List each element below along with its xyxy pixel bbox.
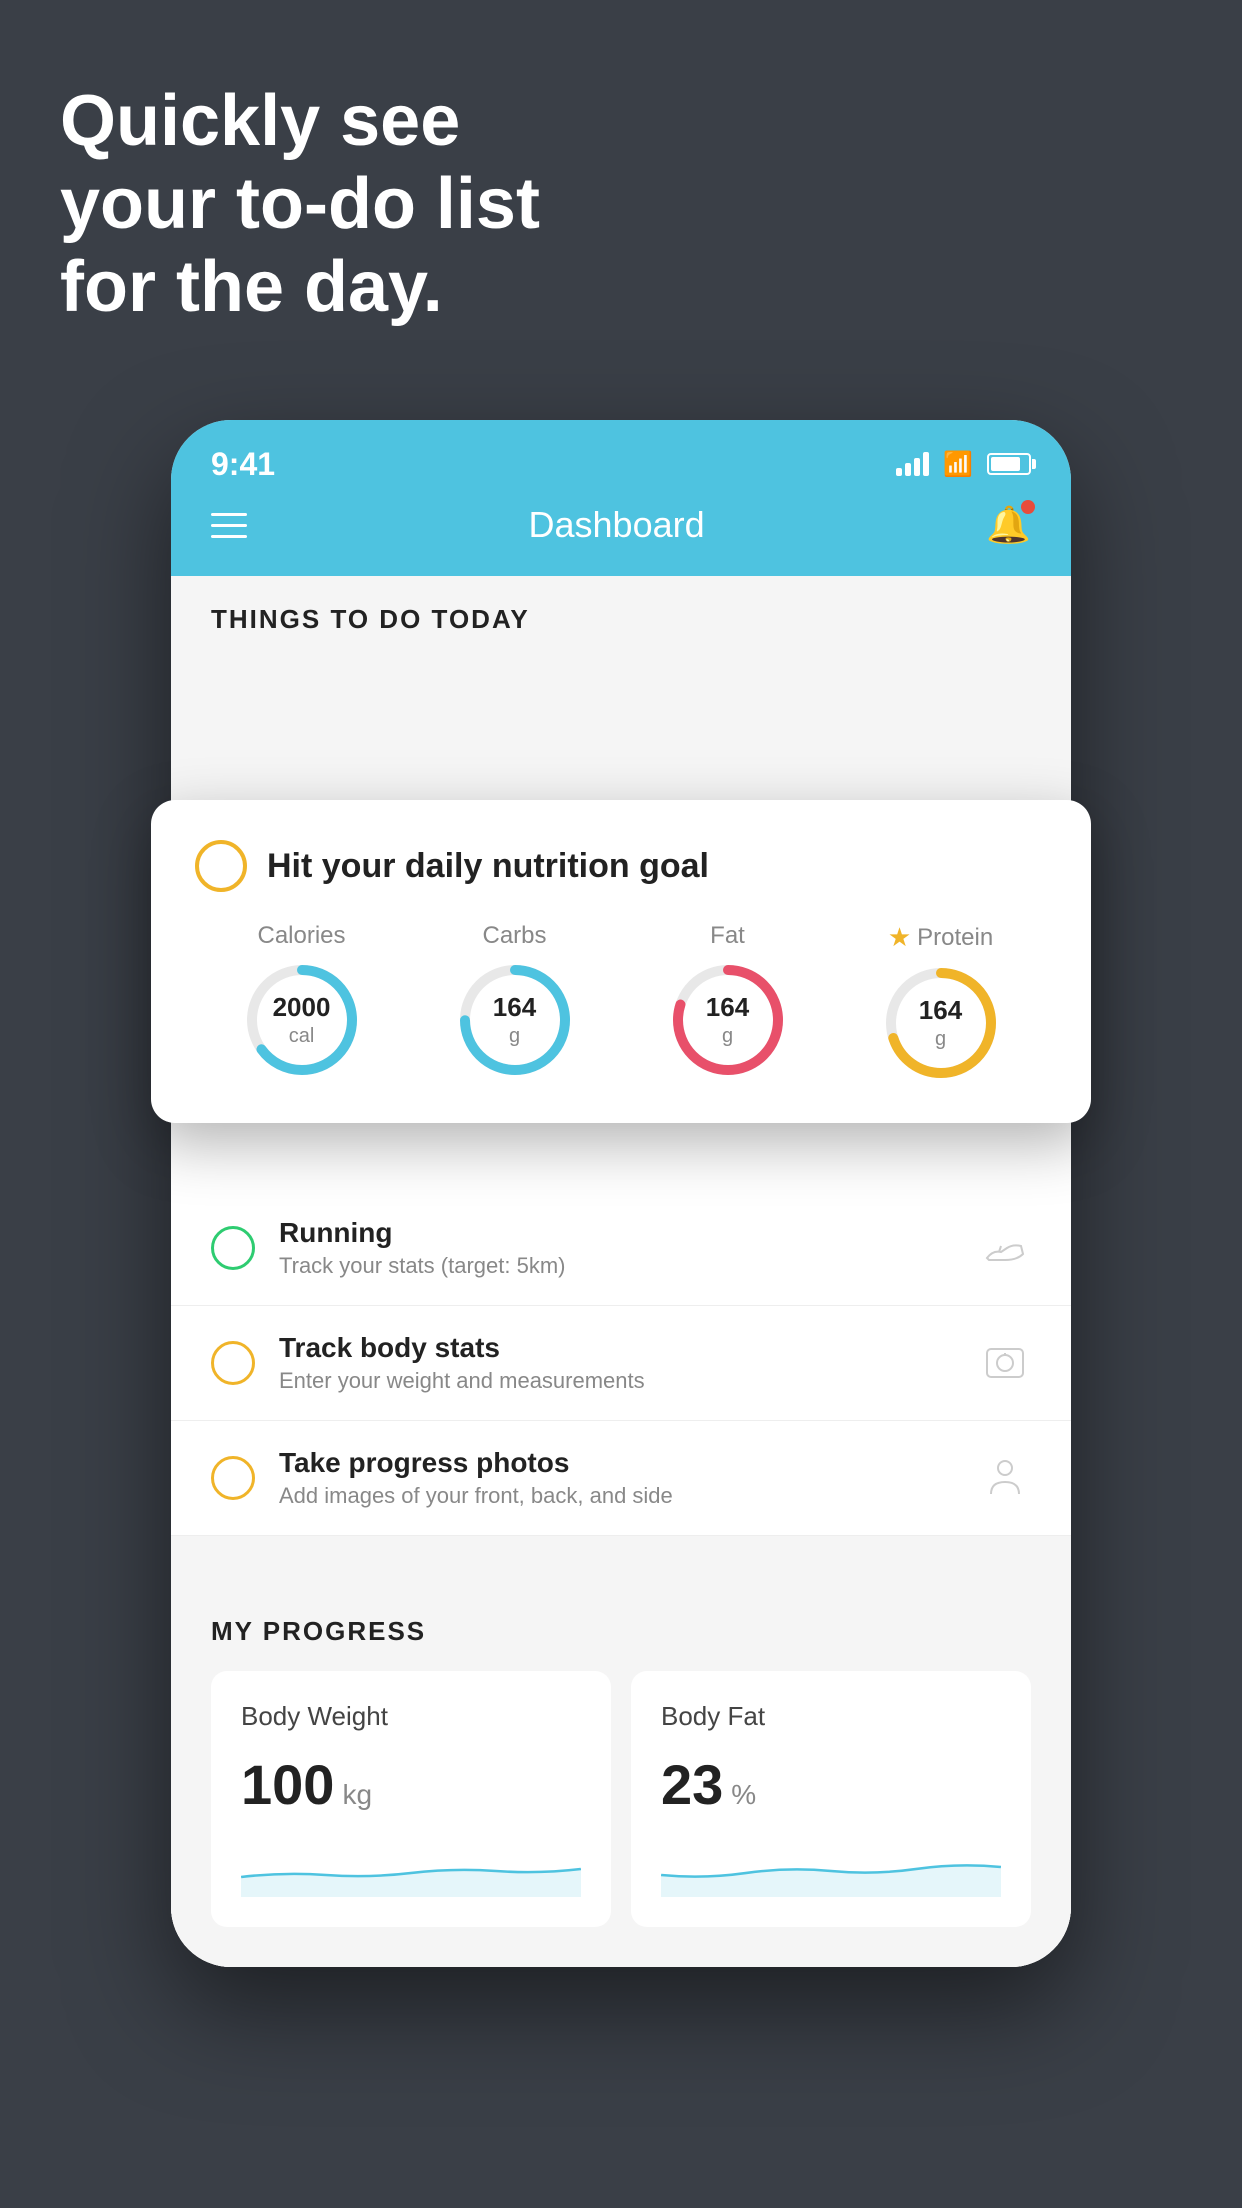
- body-fat-unit: %: [731, 1779, 756, 1811]
- things-to-do-title: THINGS TO DO TODAY: [171, 576, 1071, 651]
- fat-ring: 164 g: [668, 960, 788, 1080]
- nutrition-card-header: Hit your daily nutrition goal: [195, 840, 1047, 892]
- app-content: THINGS TO DO TODAY Running Track your st…: [171, 576, 1071, 1967]
- progress-cards: Body Weight 100 kg Bo: [211, 1671, 1031, 1927]
- app-header: Dashboard 🔔: [171, 490, 1071, 576]
- progress-section: MY PROGRESS Body Weight 100 kg: [171, 1576, 1071, 1967]
- protein-item: ★ Protein 164 g: [881, 922, 1001, 1083]
- body-weight-value-row: 100 kg: [241, 1752, 581, 1817]
- signal-icon: [896, 452, 929, 476]
- body-fat-card: Body Fat 23 %: [631, 1671, 1031, 1927]
- body-weight-chart: [241, 1837, 581, 1897]
- todo-item-running[interactable]: Running Track your stats (target: 5km): [171, 1191, 1071, 1306]
- wifi-icon: 📶: [943, 450, 973, 479]
- hero-text: Quickly see your to-do list for the day.: [60, 80, 540, 328]
- todo-title-body-stats: Track body stats: [279, 1332, 955, 1364]
- body-weight-unit: kg: [342, 1779, 372, 1811]
- status-time: 9:41: [211, 446, 275, 483]
- todo-title-photos: Take progress photos: [279, 1447, 955, 1479]
- todo-text-body-stats: Track body stats Enter your weight and m…: [279, 1332, 955, 1394]
- person-icon: [979, 1452, 1031, 1504]
- todo-circle-running: [211, 1226, 255, 1270]
- body-weight-card: Body Weight 100 kg: [211, 1671, 611, 1927]
- fat-label: Fat: [710, 922, 745, 950]
- todo-subtitle-running: Track your stats (target: 5km): [279, 1253, 955, 1279]
- todo-title-running: Running: [279, 1217, 955, 1249]
- todo-item-photos[interactable]: Take progress photos Add images of your …: [171, 1421, 1071, 1536]
- todo-item-body-stats[interactable]: Track body stats Enter your weight and m…: [171, 1306, 1071, 1421]
- calories-ring: 2000 cal: [242, 960, 362, 1080]
- scale-icon: [979, 1337, 1031, 1389]
- protein-ring: 164 g: [881, 963, 1001, 1083]
- body-fat-label: Body Fat: [661, 1701, 1001, 1732]
- todo-circle-photos: [211, 1456, 255, 1500]
- fat-value: 164 g: [668, 960, 788, 1080]
- body-fat-chart: [661, 1837, 1001, 1897]
- body-weight-number: 100: [241, 1752, 334, 1817]
- status-icons: 📶: [896, 450, 1031, 479]
- phone-mockup: 9:41 📶 Dashboard 🔔 THINGS TO DO TOD: [171, 420, 1071, 1967]
- carbs-item: Carbs 164 g: [455, 922, 575, 1080]
- battery-icon: [987, 453, 1031, 475]
- fat-item: Fat 164 g: [668, 922, 788, 1080]
- progress-title: MY PROGRESS: [211, 1616, 1031, 1647]
- protein-label: Protein: [917, 924, 993, 952]
- calories-label: Calories: [257, 922, 345, 950]
- body-weight-label: Body Weight: [241, 1701, 581, 1732]
- calories-item: Calories 2000 cal: [242, 922, 362, 1080]
- todo-circle-body-stats: [211, 1341, 255, 1385]
- nutrition-card-title: Hit your daily nutrition goal: [267, 847, 709, 886]
- todo-text-photos: Take progress photos Add images of your …: [279, 1447, 955, 1509]
- notification-dot: [1021, 500, 1035, 514]
- protein-star-icon: ★: [888, 922, 911, 953]
- todo-text-running: Running Track your stats (target: 5km): [279, 1217, 955, 1279]
- body-fat-value-row: 23 %: [661, 1752, 1001, 1817]
- shoe-icon: [979, 1222, 1031, 1274]
- todo-subtitle-body-stats: Enter your weight and measurements: [279, 1368, 955, 1394]
- body-fat-number: 23: [661, 1752, 723, 1817]
- nutrition-row: Calories 2000 cal Carbs: [195, 922, 1047, 1083]
- header-title: Dashboard: [529, 504, 705, 546]
- carbs-label: Carbs: [482, 922, 546, 950]
- calories-value: 2000 cal: [242, 960, 362, 1080]
- protein-value: 164 g: [881, 963, 1001, 1083]
- nutrition-circle-check: [195, 840, 247, 892]
- status-bar: 9:41 📶: [171, 420, 1071, 490]
- todo-subtitle-photos: Add images of your front, back, and side: [279, 1483, 955, 1509]
- carbs-value: 164 g: [455, 960, 575, 1080]
- notification-bell[interactable]: 🔔: [986, 504, 1031, 546]
- carbs-ring: 164 g: [455, 960, 575, 1080]
- nutrition-card: Hit your daily nutrition goal Calories 2…: [151, 800, 1091, 1123]
- hamburger-menu[interactable]: [211, 513, 247, 538]
